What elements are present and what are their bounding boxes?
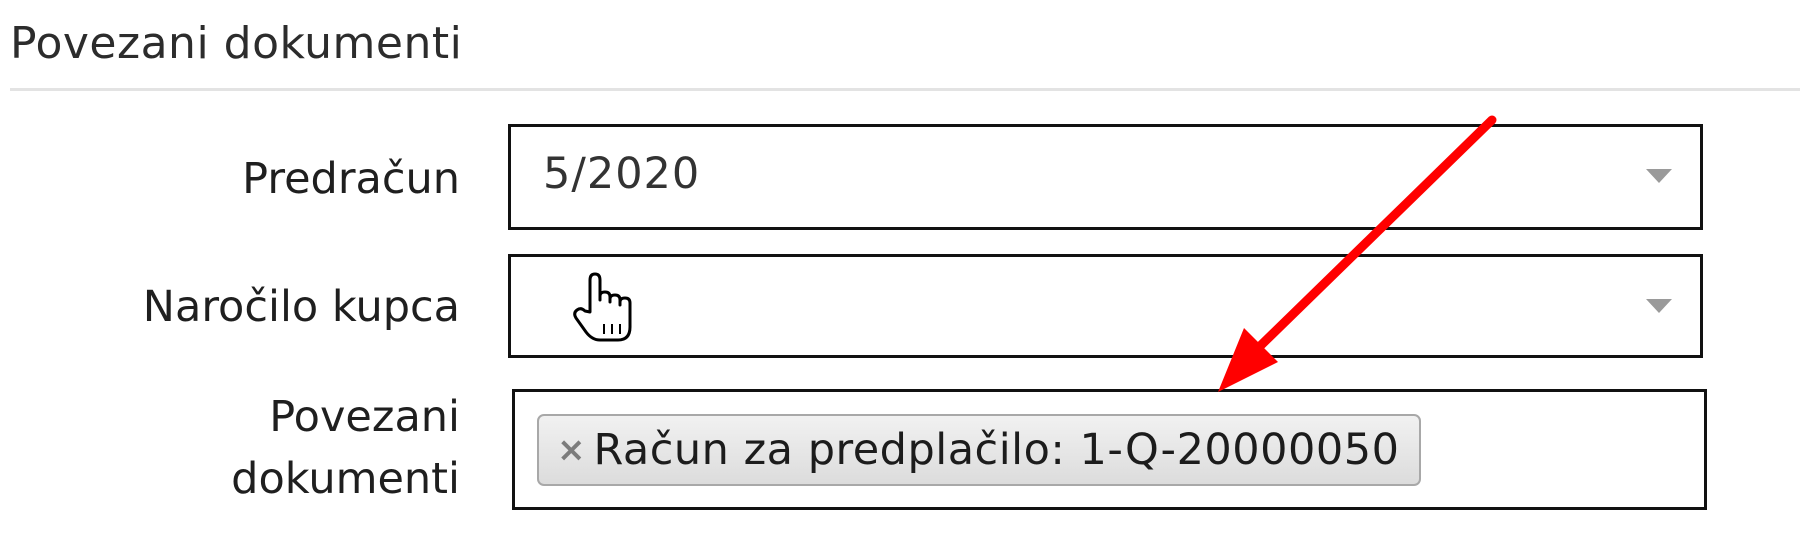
hand-pointer-icon xyxy=(573,272,632,342)
predracun-select[interactable]: 5/2020 xyxy=(508,124,1703,230)
povezani-dokumenti-label-line1: Povezani xyxy=(269,392,460,442)
narocilo-kupca-select[interactable] xyxy=(508,254,1703,358)
povezani-dokumenti-label-line2: dokumenti xyxy=(231,454,460,505)
linked-document-tag: × Račun za predplačilo: 1-Q-20000050 xyxy=(537,414,1422,486)
chevron-down-icon[interactable] xyxy=(1646,299,1672,313)
povezani-dokumenti-multiselect[interactable]: × Račun za predplačilo: 1-Q-20000050 xyxy=(512,389,1707,510)
chevron-down-icon[interactable] xyxy=(1646,169,1672,183)
section-title: Povezani dokumenti xyxy=(10,18,463,69)
povezani-dokumenti-label: Povezani dokumenti xyxy=(200,386,460,511)
predracun-value: 5/2020 xyxy=(543,149,701,199)
tag-remove-button[interactable]: × xyxy=(557,433,586,467)
narocilo-kupca-label: Naročilo kupca xyxy=(142,282,460,332)
tag-label: Račun za predplačilo: 1-Q-20000050 xyxy=(593,425,1400,475)
predracun-label: Predračun xyxy=(242,154,460,204)
section-divider xyxy=(10,88,1800,91)
